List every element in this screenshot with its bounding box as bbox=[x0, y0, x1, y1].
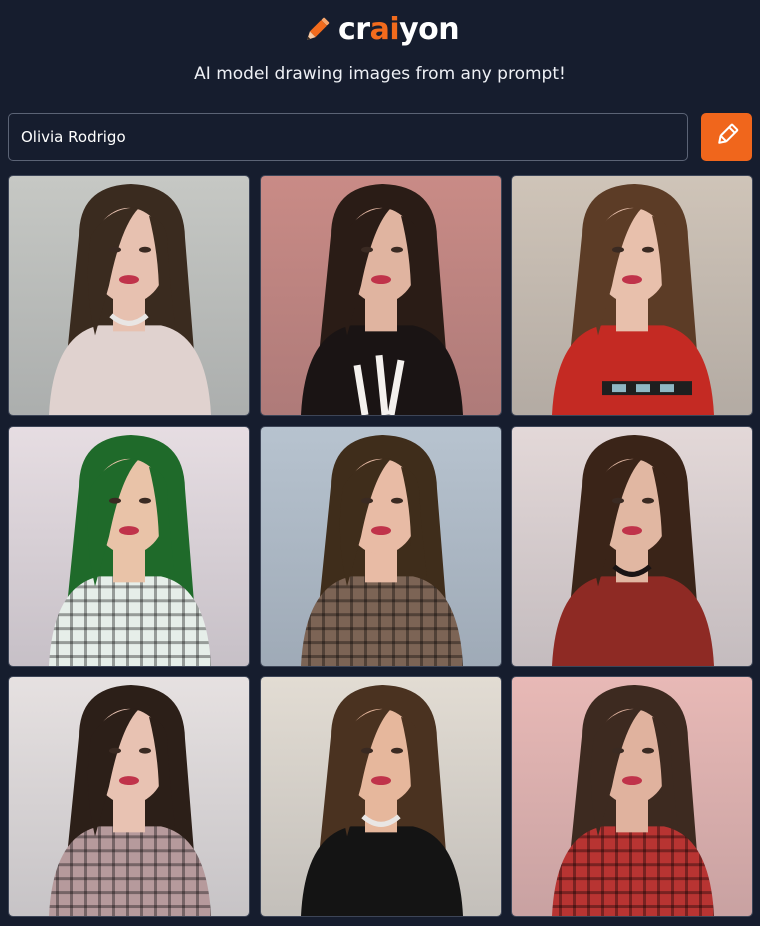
result-image-5[interactable] bbox=[259, 425, 502, 667]
result-image-3[interactable] bbox=[511, 175, 753, 416]
result-image-2[interactable] bbox=[259, 175, 502, 416]
logo-accent: ai bbox=[369, 12, 400, 47]
result-image-7[interactable] bbox=[8, 676, 250, 917]
result-image-4[interactable] bbox=[8, 425, 250, 667]
header: craiyon AI model drawing images from any… bbox=[0, 0, 760, 84]
result-image-6[interactable] bbox=[511, 425, 753, 667]
logo-wordmark: craiyon bbox=[338, 10, 460, 50]
craiyon-logo[interactable]: craiyon bbox=[300, 10, 460, 50]
pencil-icon bbox=[300, 13, 334, 47]
pencil-icon bbox=[713, 121, 741, 153]
draw-button[interactable] bbox=[701, 113, 752, 161]
prompt-input[interactable] bbox=[8, 113, 688, 161]
result-image-9[interactable] bbox=[511, 676, 753, 917]
logo-suffix: yon bbox=[399, 12, 460, 47]
result-image-8[interactable] bbox=[259, 676, 502, 917]
logo-prefix: cr bbox=[338, 12, 370, 47]
tagline: AI model drawing images from any prompt! bbox=[194, 64, 566, 84]
result-image-1[interactable] bbox=[8, 175, 250, 416]
